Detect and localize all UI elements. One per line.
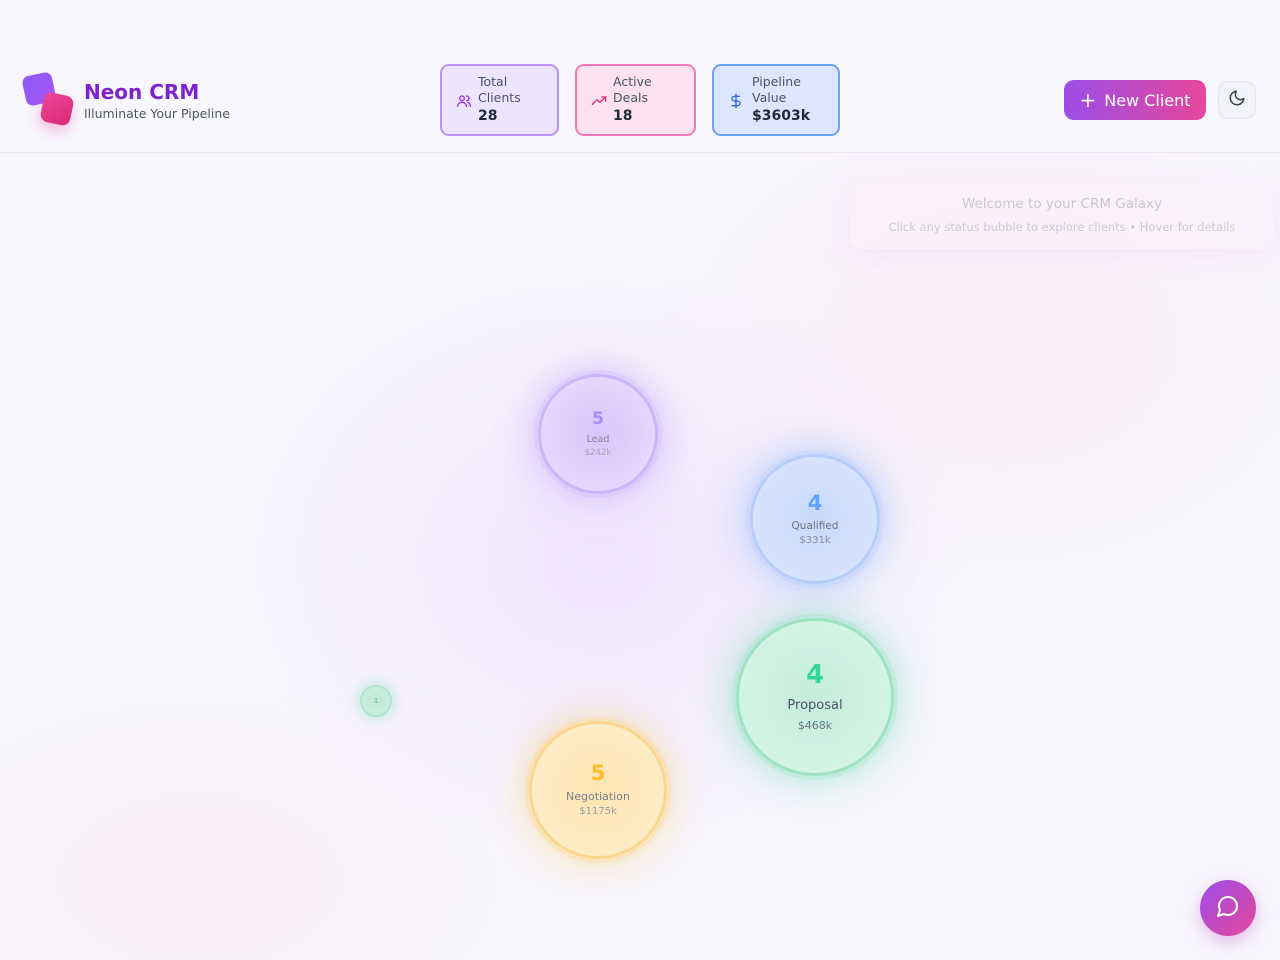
brand-subtitle: Illuminate Your Pipeline <box>84 106 230 121</box>
stat-active-deals: Active Deals 18 <box>575 64 696 136</box>
moon-icon <box>1228 89 1246 111</box>
stat-value: 18 <box>613 108 633 124</box>
bubble-amount: $331k <box>799 534 831 546</box>
status-bubble-mini[interactable]: 1 <box>360 685 392 717</box>
stat-label: Value <box>752 90 787 105</box>
stat-value: $3603k <box>752 108 811 124</box>
brand-title: Neon CRM <box>84 80 200 104</box>
users-icon <box>456 93 472 109</box>
status-bubble-lead[interactable]: 5 Lead $242k <box>538 374 658 494</box>
trending-up-icon <box>591 93 607 109</box>
plus-icon: + <box>1079 88 1097 112</box>
bubble-amount: $468k <box>797 719 833 732</box>
new-client-label: New Client <box>1104 90 1191 110</box>
status-bubble-negotiation[interactable]: 5 Negotiation $1175k <box>529 721 667 859</box>
welcome-subtitle: Click any status bubble to explore clien… <box>888 220 1236 234</box>
stat-label: Active <box>613 74 652 89</box>
stat-label: Deals <box>613 90 648 105</box>
stat-label: Total <box>478 74 508 89</box>
stat-total-clients: Total Clients 28 <box>440 64 559 136</box>
chat-button[interactable] <box>1200 880 1256 936</box>
bubble-amount: $242k <box>584 447 612 458</box>
bubble-count: 5 <box>590 761 606 785</box>
welcome-title: Welcome to your CRM Galaxy <box>961 196 1162 212</box>
welcome-card: Welcome to your CRM Galaxy Click any sta… <box>849 179 1275 249</box>
dollar-icon <box>728 93 744 109</box>
stat-pipeline-value: Pipeline Value $3603k <box>712 64 840 136</box>
stat-value: 28 <box>478 108 498 124</box>
bubble-count: 1 <box>373 696 379 705</box>
status-bubble-qualified[interactable]: 4 Qualified $331k <box>750 454 880 584</box>
stat-label: Pipeline <box>752 74 801 89</box>
bubble-count: 5 <box>592 408 604 429</box>
new-client-button[interactable]: + New Client <box>1064 80 1206 120</box>
app-logo <box>21 71 76 130</box>
bubble-count: 4 <box>805 660 825 690</box>
bubble-status-name: Qualified <box>791 519 839 532</box>
app-header: Neon CRM Illuminate Your Pipeline Total … <box>0 0 1280 153</box>
bubble-status-name: Proposal <box>787 698 843 713</box>
stat-label: Clients <box>478 90 521 105</box>
chat-bubble-icon <box>1216 894 1240 922</box>
bubble-status-name: Negotiation <box>566 790 630 803</box>
bubble-count: 4 <box>807 490 823 515</box>
bubble-amount: $1175k <box>579 806 617 817</box>
theme-toggle-button[interactable] <box>1218 81 1256 119</box>
status-bubble-proposal[interactable]: 4 Proposal $468k <box>736 618 894 776</box>
bubble-status-name: Lead <box>586 433 610 445</box>
